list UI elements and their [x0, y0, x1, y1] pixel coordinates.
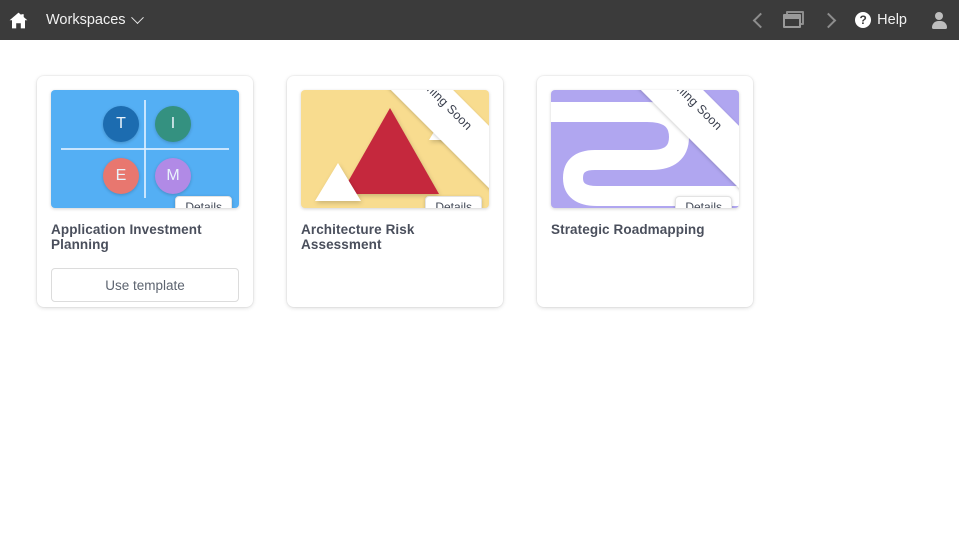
nav-back-button[interactable]: [743, 0, 777, 40]
quadrant-bubble: M: [155, 158, 191, 194]
help-button[interactable]: ? Help: [845, 0, 919, 40]
details-button[interactable]: Details: [425, 196, 482, 208]
workspaces-label: Workspaces: [46, 12, 126, 28]
question-mark-icon: ?: [855, 12, 872, 28]
home-button[interactable]: [0, 0, 36, 40]
template-card[interactable]: T I E M Details Application Investment P…: [37, 76, 253, 307]
card-thumbnail: Coming Soon Details: [301, 90, 489, 208]
top-navigation-bar: Workspaces ? Help: [0, 0, 959, 40]
template-card[interactable]: Coming Soon Details Strategic Roadmappin…: [537, 76, 753, 307]
user-avatar-icon: [931, 11, 947, 29]
use-template-button[interactable]: Use template: [51, 268, 239, 303]
card-title: Application Investment Planning: [51, 222, 202, 253]
windows-panels-button[interactable]: [777, 0, 811, 40]
template-card[interactable]: Coming Soon Details Architecture Risk As…: [287, 76, 503, 307]
card-thumbnail: T I E M Details: [51, 90, 239, 208]
details-button[interactable]: Details: [175, 196, 232, 208]
workspaces-menu-button[interactable]: Workspaces: [36, 0, 148, 40]
quadrant-bubble: E: [103, 158, 139, 194]
nav-forward-button[interactable]: [811, 0, 845, 40]
chevron-right-icon: [820, 12, 836, 28]
details-button[interactable]: Details: [675, 196, 732, 208]
help-label: Help: [877, 12, 907, 28]
card-title: Architecture Risk Assessment: [301, 222, 415, 253]
chevron-down-icon: [130, 10, 144, 24]
card-title: Strategic Roadmapping: [551, 222, 705, 237]
quadrant-bubble: I: [155, 106, 191, 142]
quadrant-bubble: T: [103, 106, 139, 142]
topbar-left-group: Workspaces: [0, 0, 148, 40]
template-card-grid: T I E M Details Application Investment P…: [37, 76, 753, 307]
windows-panels-icon: [783, 11, 805, 29]
quadrant-horizontal-axis: [61, 148, 229, 150]
coming-soon-ribbon: Coming Soon: [609, 90, 739, 208]
topbar-right-group: ? Help: [743, 0, 959, 40]
user-account-button[interactable]: [919, 0, 959, 40]
card-thumbnail: Coming Soon Details: [551, 90, 739, 208]
risk-triangle-small-left: [315, 163, 361, 201]
coming-soon-ribbon: Coming Soon: [359, 90, 489, 208]
chevron-left-icon: [752, 12, 768, 28]
home-icon: [9, 12, 27, 28]
